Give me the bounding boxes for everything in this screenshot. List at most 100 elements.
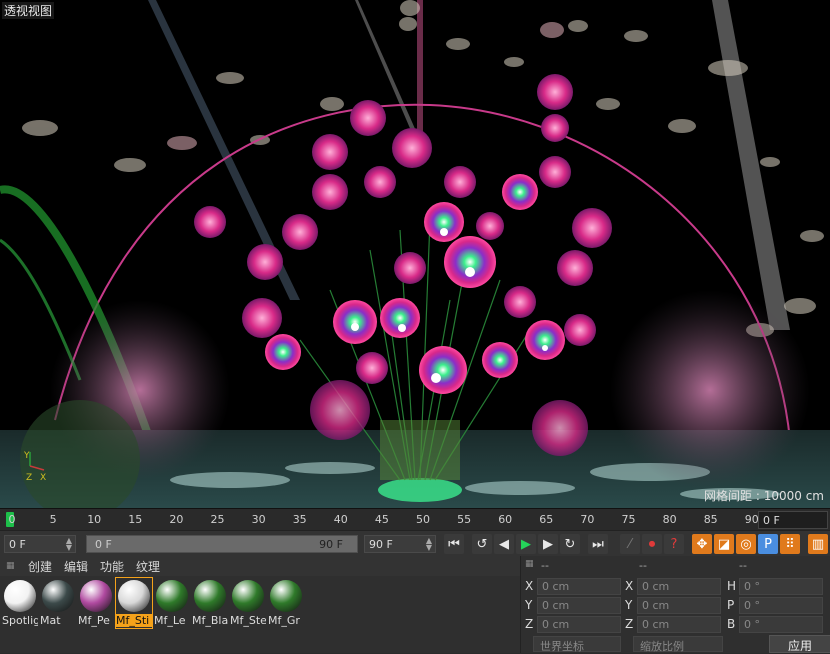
timeline-tick-label: 85 <box>703 513 718 526</box>
material-name: Mf_Gr <box>268 614 300 627</box>
film-strip-icon[interactable]: ▥ <box>808 534 828 554</box>
end-frame-field[interactable]: 90 F ▲ ▼ <box>364 535 436 553</box>
timeline-tick-label: 15 <box>128 513 143 526</box>
svg-text:Y: Y <box>23 451 30 461</box>
timeline-tick-label: 45 <box>374 513 389 526</box>
next-frame-button[interactable]: ▶ <box>538 534 558 554</box>
timeline-tick-label: 5 <box>49 513 57 526</box>
record-keyframe-button[interactable]: ⏺ <box>642 534 662 554</box>
timeline-tick-label: 20 <box>169 513 184 526</box>
coordinate-axis-label: B <box>727 617 736 631</box>
timeline-tick-label: 65 <box>539 513 554 526</box>
coordinate-axis-label: P <box>727 598 735 612</box>
coordinate-row: X0 cm X 0 cm H 0 ° <box>521 578 830 596</box>
start-frame-field[interactable]: 0 F ▲ ▼ <box>4 535 76 553</box>
coordinate-axis-label: Y <box>625 598 633 612</box>
next-key-button[interactable]: ↻ <box>560 534 580 554</box>
material-preview-sphere <box>232 580 264 612</box>
material-swatch[interactable]: Mf_Bla <box>192 578 228 628</box>
autokey-button[interactable]: ? <box>664 534 684 554</box>
coordinate-value-field[interactable]: 0 cm <box>537 616 621 633</box>
menu-create[interactable]: 创建 <box>28 558 52 575</box>
previous-frame-button[interactable]: ◀ <box>494 534 514 554</box>
material-preview-sphere <box>42 580 74 612</box>
go-to-start-button[interactable]: ⏮ <box>444 534 464 554</box>
perspective-viewport[interactable]: Y ZX 透视视图 网格间距 : 10000 cm <box>0 0 830 508</box>
material-swatch[interactable]: Mat <box>40 578 76 628</box>
timeline-ruler[interactable]: 0 5 10 15 20 25 30 35 40 45 50 55 60 65 70 75 80 85 90 0 F <box>0 508 830 530</box>
coordinate-value-field[interactable]: 0 ° <box>739 597 823 614</box>
panel-grip-icon[interactable]: ▦ <box>6 561 16 571</box>
timeline-tick-label: 70 <box>580 513 595 526</box>
material-swatch[interactable]: Mf_Gr <box>268 578 304 628</box>
material-manager: ▦ 创建 编辑 功能 纹理 Spotlig Mat Mf_Pe Mf_Sti Mf_Le… <box>0 556 520 653</box>
scale-key-icon[interactable]: ◪ <box>714 534 734 554</box>
rotate-key-icon[interactable]: ◎ <box>736 534 756 554</box>
timeline-tick-label: 35 <box>292 513 307 526</box>
coordinate-axis-label: Y <box>525 598 533 612</box>
material-preview-sphere <box>118 580 150 612</box>
motion-record-icon[interactable]: ⁄ <box>620 534 640 554</box>
material-swatch[interactable]: Mf_Pe <box>78 578 114 628</box>
previous-key-button[interactable]: ↺ <box>472 534 492 554</box>
flower-scene-render: Y Z X <box>0 0 830 508</box>
play-button[interactable]: ▶ <box>516 534 536 554</box>
svg-text:X: X <box>40 473 46 483</box>
timeline-tick-label: 30 <box>251 513 266 526</box>
timeline-tick-label: 75 <box>621 513 636 526</box>
coordinate-value-field[interactable]: 0 cm <box>537 578 621 595</box>
menu-function[interactable]: 功能 <box>100 558 124 575</box>
material-swatch[interactable]: Mf_Le <box>154 578 190 628</box>
position-header: -- <box>541 559 549 572</box>
move-key-icon[interactable]: ✥ <box>692 534 712 554</box>
material-preview-sphere <box>194 580 226 612</box>
coordinates-manager: ▦ -- -- -- X0 cm X 0 cm H 0 ° Y 0 cm Y 0 cm P 0 ° Z… <box>520 556 830 653</box>
coordinate-value-field[interactable]: 0 cm <box>537 597 621 614</box>
range-start-value: 0 F <box>95 538 112 551</box>
coordinate-axis-label: X <box>525 579 534 593</box>
material-name: Mat <box>40 614 61 627</box>
material-name: Mf_Pe <box>78 614 110 627</box>
grid-spacing-label: 网格间距 : 10000 cm <box>704 489 824 503</box>
rotation-header: -- <box>739 559 747 572</box>
menu-edit[interactable]: 编辑 <box>64 558 88 575</box>
material-name: Spotlig <box>2 614 38 627</box>
svg-text:Z: Z <box>26 473 32 483</box>
stepper-arrows-icon[interactable]: ▲ ▼ <box>66 537 72 552</box>
end-frame-value: 90 F <box>369 538 393 551</box>
timeline-tick-label: 10 <box>87 513 102 526</box>
parameter-key-icon[interactable]: P <box>758 534 778 554</box>
menu-texture[interactable]: 纹理 <box>136 558 160 575</box>
timeline-tick-label: 0 <box>8 513 16 526</box>
apply-button[interactable]: 应用 <box>769 635 830 653</box>
coordinate-row: Z0 cm Z 0 cm B 0 ° <box>521 616 830 634</box>
range-end-value: 90 F <box>319 538 343 551</box>
scale-ratio-dropdown[interactable]: 缩放比例 <box>633 636 723 653</box>
panel-grip-icon[interactable]: ▦ <box>525 559 534 569</box>
coordinate-value-field[interactable]: 0 cm <box>637 616 721 633</box>
go-to-end-button[interactable]: ⏭ <box>588 534 608 554</box>
coordinate-value-field[interactable]: 0 cm <box>637 597 721 614</box>
material-name: Mf_Ste <box>230 614 266 627</box>
coordinate-value-field[interactable]: 0 ° <box>739 616 823 633</box>
coordinate-value-field[interactable]: 0 ° <box>739 578 823 595</box>
stepper-arrows-icon[interactable]: ▲ ▼ <box>426 537 432 552</box>
point-level-icon[interactable]: ⠿ <box>780 534 800 554</box>
material-list: Spotlig Mat Mf_Pe Mf_Sti Mf_Le Mf_Bla Mf_Ste Mf… <box>0 577 304 629</box>
preview-range-slider[interactable]: 0 F 90 F <box>86 535 358 553</box>
start-frame-value: 0 F <box>9 538 26 551</box>
material-preview-sphere <box>4 580 36 612</box>
world-coords-dropdown[interactable]: 世界坐标 <box>533 636 621 653</box>
material-swatch[interactable]: Mf_Sti <box>115 577 153 629</box>
material-swatch[interactable]: Mf_Ste <box>230 578 266 628</box>
coordinate-axis-label: X <box>625 579 634 593</box>
material-swatch[interactable]: Spotlig <box>2 578 38 628</box>
coordinate-axis-label: Z <box>625 617 634 631</box>
timeline-tick-label: 55 <box>457 513 472 526</box>
material-name: Mf_Sti <box>116 614 152 627</box>
current-frame-field[interactable]: 0 F <box>758 511 828 529</box>
timeline-tick-label: 60 <box>498 513 513 526</box>
material-preview-sphere <box>80 580 112 612</box>
coordinate-value-field[interactable]: 0 cm <box>637 578 721 595</box>
viewport-title: 透视视图 <box>2 2 55 19</box>
